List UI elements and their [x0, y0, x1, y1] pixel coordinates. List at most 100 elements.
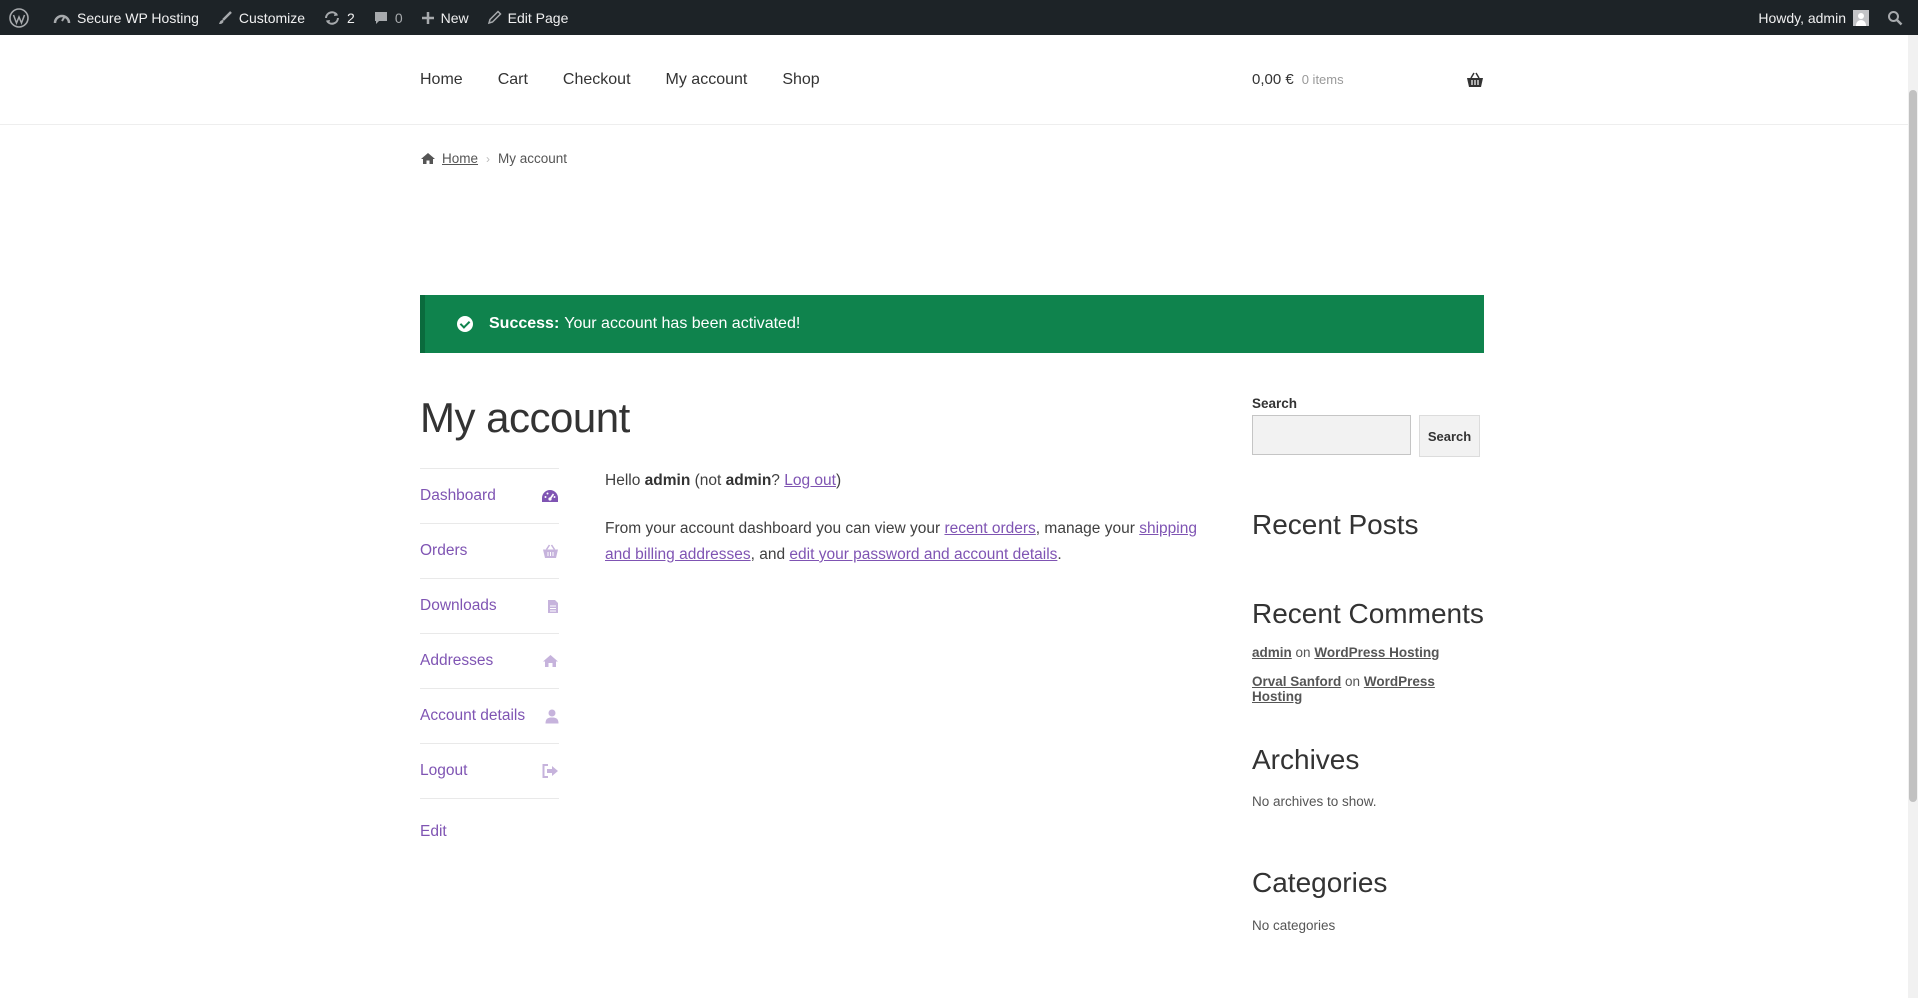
- account-nav-logout[interactable]: Logout: [420, 744, 559, 799]
- brush-icon: [218, 10, 232, 24]
- wordpress-icon: [9, 7, 29, 28]
- edit-page-link[interactable]: Edit: [420, 823, 447, 841]
- dashboard-text: , and: [750, 546, 786, 563]
- pencil-icon: [487, 10, 502, 25]
- dashboard-paragraph: From your account dashboard you can view…: [605, 516, 1210, 568]
- account-nav-label: Addresses: [420, 652, 494, 669]
- comment-icon: [374, 11, 387, 24]
- recent-orders-link[interactable]: recent orders: [944, 520, 1035, 537]
- dashboard-text: , manage your: [1035, 520, 1135, 537]
- new-label: New: [440, 9, 469, 26]
- customize-label: Customize: [238, 9, 306, 26]
- nav-my-account[interactable]: My account: [666, 71, 748, 89]
- username: admin: [644, 472, 691, 489]
- wp-logo-menu[interactable]: [0, 0, 44, 35]
- edit-page-label: Edit Page: [507, 9, 569, 26]
- account-menu[interactable]: Howdy, admin: [1749, 0, 1878, 35]
- breadcrumb-home-link[interactable]: Home: [442, 151, 478, 166]
- recent-comment: admin on WordPress Hosting: [1252, 645, 1439, 660]
- notice-message: Your account has been activated!: [564, 315, 801, 332]
- primary-navigation: Home Cart Checkout My account Shop: [420, 35, 855, 124]
- updates-link[interactable]: 2: [314, 0, 364, 35]
- account-navigation: Dashboard Orders Downloads Addresses Acc…: [420, 468, 559, 799]
- search-input[interactable]: [1252, 415, 1411, 455]
- site-header: Home Cart Checkout My account Shop 0,00 …: [0, 35, 1918, 125]
- account-content: Hello admin (not admin? Log out) From yo…: [605, 468, 1210, 590]
- scrollbar-thumb[interactable]: [1909, 90, 1917, 802]
- categories-empty: No categories: [1252, 918, 1336, 933]
- not-text: (not: [694, 472, 722, 489]
- customize-link[interactable]: Customize: [208, 0, 314, 35]
- logout-icon: [542, 764, 559, 778]
- account-nav-dashboard[interactable]: Dashboard: [420, 469, 559, 524]
- account-nav-account-details[interactable]: Account details: [420, 689, 559, 744]
- not-username: admin: [725, 472, 772, 489]
- file-icon: [547, 599, 559, 614]
- notice-strong: Success:: [489, 315, 560, 332]
- home-icon: [542, 654, 559, 668]
- nav-shop[interactable]: Shop: [782, 71, 819, 89]
- admin-search[interactable]: [1878, 0, 1918, 35]
- dashboard-text: From your account dashboard you can view…: [605, 520, 941, 537]
- recent-comment: Orval Sanford on WordPress Hosting: [1252, 674, 1484, 704]
- account-nav-label: Account details: [420, 707, 526, 724]
- nav-home[interactable]: Home: [420, 71, 463, 89]
- account-nav-orders[interactable]: Orders: [420, 524, 559, 579]
- nav-checkout[interactable]: Checkout: [563, 71, 631, 89]
- howdy-text: Howdy, admin: [1758, 9, 1846, 26]
- mini-cart[interactable]: 0,00 € 0 items: [1252, 35, 1484, 124]
- account-details-link[interactable]: edit your password and account details: [789, 546, 1057, 563]
- comments-link[interactable]: 0: [364, 0, 412, 35]
- nav-cart[interactable]: Cart: [498, 71, 528, 89]
- avatar: [1853, 9, 1869, 26]
- logout-link[interactable]: Log out: [784, 472, 836, 489]
- comments-count: 0: [394, 9, 403, 26]
- search-label: Search: [1252, 396, 1298, 411]
- dashboard-icon: [541, 489, 559, 504]
- account-nav-downloads[interactable]: Downloads: [420, 579, 559, 634]
- site-name-menu[interactable]: Secure WP Hosting: [44, 0, 208, 35]
- dashboard-text: .: [1057, 546, 1062, 563]
- breadcrumb-separator: ›: [486, 151, 491, 166]
- close-paren: ): [835, 472, 842, 489]
- account-nav-label: Orders: [420, 542, 468, 559]
- comment-post-link[interactable]: WordPress Hosting: [1314, 645, 1439, 660]
- archives-title: Archives: [1252, 744, 1360, 775]
- greeting-paragraph: Hello admin (not admin? Log out): [605, 468, 1210, 494]
- categories-title: Categories: [1252, 867, 1388, 898]
- greeting-text: Hello: [605, 472, 641, 489]
- breadcrumb-current: My account: [498, 151, 568, 166]
- search-form: Search: [1252, 415, 1484, 457]
- updates-count: 2: [347, 9, 355, 26]
- home-icon: [421, 153, 435, 164]
- cart-amount: 0,00 €: [1252, 71, 1294, 88]
- recent-posts-title: Recent Posts: [1252, 509, 1419, 540]
- dashboard-icon: [53, 14, 71, 23]
- user-icon: [545, 709, 559, 724]
- recent-comments-title: Recent Comments: [1252, 598, 1484, 629]
- comment-on: on: [1295, 645, 1311, 660]
- basket-icon: [1467, 72, 1483, 87]
- archives-empty: No archives to show.: [1252, 794, 1377, 809]
- question-mark: ?: [771, 472, 780, 489]
- check-circle-icon: [457, 316, 473, 332]
- account-nav-label: Logout: [420, 762, 468, 779]
- account-nav-addresses[interactable]: Addresses: [420, 634, 559, 689]
- site-name: Secure WP Hosting: [77, 9, 199, 26]
- account-nav-label: Downloads: [420, 597, 497, 614]
- admin-bar: Secure WP Hosting Customize 2 0 New Edit…: [0, 0, 1918, 35]
- comment-author-link[interactable]: Orval Sanford: [1252, 674, 1341, 689]
- search-button[interactable]: Search: [1419, 415, 1480, 457]
- new-content-menu[interactable]: New: [412, 0, 478, 35]
- edit-page-link[interactable]: Edit Page: [478, 0, 578, 35]
- success-notice: Success: Your account has been activated…: [420, 295, 1484, 353]
- comment-author-link[interactable]: admin: [1252, 645, 1292, 660]
- cart-count: 0 items: [1301, 72, 1344, 87]
- page-title: My account: [420, 394, 630, 441]
- basket-icon: [542, 544, 559, 559]
- sidebar: Search Search Recent Posts Recent Commen…: [1252, 396, 1484, 933]
- updates-icon: [325, 10, 340, 25]
- search-icon: [1888, 10, 1903, 25]
- account-nav-label: Dashboard: [420, 487, 496, 504]
- breadcrumb: Home › My account: [420, 151, 567, 166]
